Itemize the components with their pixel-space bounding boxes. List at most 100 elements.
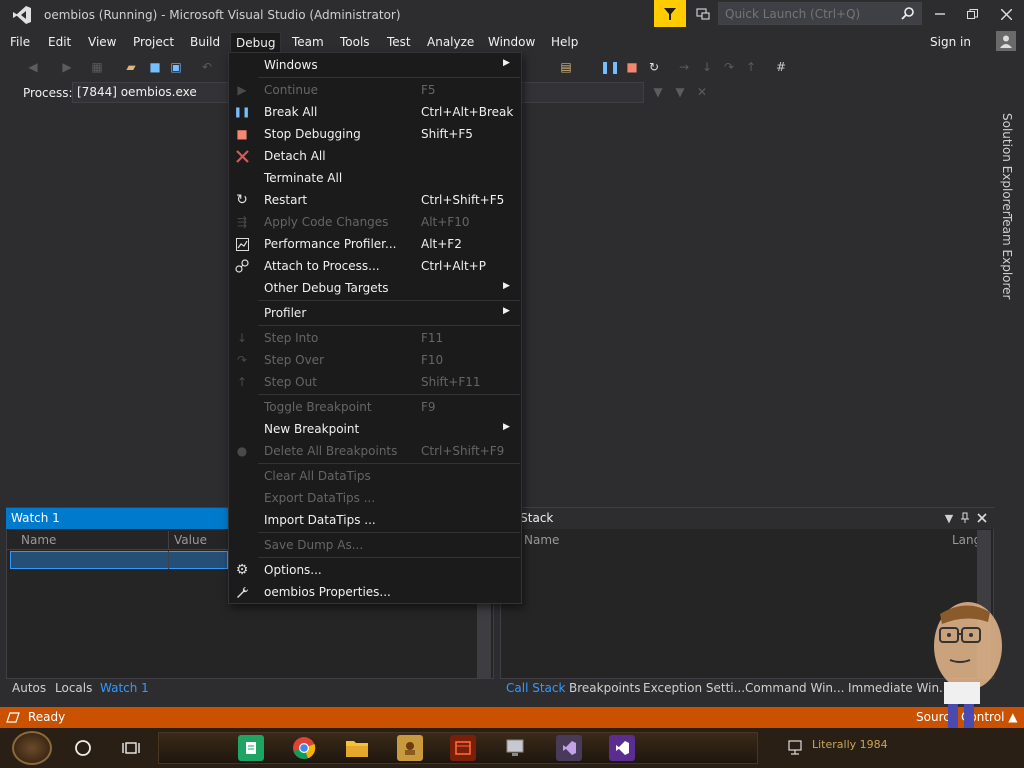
tab-exception-settings[interactable]: Exception Setti... [643, 681, 745, 695]
show-next-statement-icon[interactable]: → [675, 58, 693, 76]
menu-edit[interactable]: Edit [43, 32, 76, 52]
media-app-icon[interactable] [450, 735, 476, 761]
step-into-toolbar-icon[interactable]: ↓ [698, 58, 716, 76]
menu-item-shortcut: F5 [421, 83, 436, 97]
menu-team[interactable]: Team [287, 32, 329, 52]
menu-item-options[interactable]: ⚙ Options... [229, 559, 521, 581]
tab-watch-1[interactable]: Watch 1 [100, 681, 149, 695]
menu-file[interactable]: File [5, 32, 35, 52]
menu-item-step-out[interactable]: ↑ Step Out Shift+F11 [229, 371, 521, 393]
save-icon[interactable]: ■ [146, 58, 164, 76]
menu-item-terminate-all[interactable]: Terminate All [229, 167, 521, 189]
menu-item-break-all[interactable]: ❚❚ Break All Ctrl+Alt+Break [229, 101, 521, 123]
menu-item-export-datatips[interactable]: Export DataTips ... [229, 487, 521, 509]
menu-item-save-dump-as[interactable]: Save Dump As... [229, 534, 521, 556]
menu-item-clear-all-datatips[interactable]: Clear All DataTips [229, 465, 521, 487]
tab-autos[interactable]: Autos [12, 681, 46, 695]
save-all-icon[interactable]: ▣ [167, 58, 185, 76]
menu-item-restart[interactable]: ↻ Restart Ctrl+Shift+F5 [229, 189, 521, 211]
close-window-button[interactable] [990, 2, 1022, 26]
menu-item-detach-all[interactable]: Detach All [229, 145, 521, 167]
sign-in-link[interactable]: Sign in [930, 32, 971, 52]
menu-debug[interactable]: Debug [230, 32, 282, 54]
feedback-flag-icon[interactable] [654, 0, 686, 27]
navigate-back-icon[interactable]: ◀ [24, 58, 42, 76]
start-button[interactable] [12, 731, 52, 765]
task-view-icon[interactable] [118, 735, 144, 761]
tab-breakpoints[interactable]: Breakpoints [569, 681, 640, 695]
minimize-button[interactable] [924, 2, 956, 26]
menu-item-properties[interactable]: oembios Properties... [229, 581, 521, 603]
watch-name-column[interactable]: Name [21, 533, 56, 547]
game-app-icon[interactable] [397, 735, 423, 761]
quick-launch-input[interactable] [725, 6, 895, 21]
tab-locals[interactable]: Locals [55, 681, 92, 695]
close-panel-icon[interactable] [974, 510, 990, 526]
visual-studio-taskbar-icon[interactable] [609, 735, 635, 761]
menu-item-step-over[interactable]: ↷ Step Over F10 [229, 349, 521, 371]
new-project-icon[interactable]: ▦ [88, 58, 106, 76]
window-position-icon[interactable]: ▼ [941, 510, 957, 526]
menu-view[interactable]: View [83, 32, 121, 52]
google-sheets-icon[interactable] [238, 735, 264, 761]
tab-call-stack[interactable]: Call Stack [506, 681, 565, 695]
menu-tools[interactable]: Tools [335, 32, 375, 52]
step-out-toolbar-icon[interactable]: ↑ [742, 58, 760, 76]
menu-item-step-into[interactable]: ↓ Step Into F11 [229, 327, 521, 349]
navigate-forward-icon[interactable]: ▶ [58, 58, 76, 76]
menu-item-attach-to-process[interactable]: Attach to Process... Ctrl+Alt+P [229, 255, 521, 277]
team-explorer-tab[interactable]: Team Explorer [1000, 214, 1014, 300]
restore-button[interactable] [956, 2, 988, 26]
undo-icon[interactable]: ↶ [198, 58, 216, 76]
file-explorer-icon[interactable] [344, 735, 370, 761]
menu-project[interactable]: Project [128, 32, 179, 52]
menu-item-continue[interactable]: ▶ Continue F5 [229, 79, 521, 101]
step-over-toolbar-icon[interactable]: ↷ [720, 58, 738, 76]
menu-item-windows[interactable]: Windows ▶ [229, 54, 521, 76]
remote-desktop-icon[interactable] [502, 735, 528, 761]
menu-analyze[interactable]: Analyze [422, 32, 479, 52]
account-avatar-icon[interactable] [996, 31, 1016, 51]
menu-item-toggle-breakpoint[interactable]: Toggle Breakpoint F9 [229, 396, 521, 418]
menu-item-profiler[interactable]: Profiler ▶ [229, 302, 521, 324]
thread-icon[interactable]: ▤ [557, 58, 575, 76]
menu-item-import-datatips[interactable]: Import DataTips ... [229, 509, 521, 531]
solution-explorer-tab[interactable]: Solution Explorer [1000, 113, 1014, 216]
hex-display-icon[interactable]: # [772, 58, 790, 76]
network-icon[interactable] [786, 738, 806, 756]
window-title: oembios (Running) - Microsoft Visual Stu… [44, 8, 401, 22]
menu-item-performance-profiler[interactable]: Performance Profiler... Alt+F2 [229, 233, 521, 255]
menu-test[interactable]: Test [382, 32, 416, 52]
cortana-icon[interactable] [70, 735, 96, 761]
break-all-toolbar-icon[interactable]: ❚❚ [600, 58, 620, 76]
step-over-icon: ↷ [236, 353, 248, 367]
menu-item-other-debug-targets[interactable]: Other Debug Targets ▶ [229, 277, 521, 299]
open-folder-icon[interactable]: ▰ [122, 58, 140, 76]
menu-item-apply-code-changes[interactable]: ⇶ Apply Code Changes Alt+F10 [229, 211, 521, 233]
call-stack-name-column[interactable]: Name [524, 533, 559, 547]
restart-toolbar-icon[interactable]: ↻ [645, 58, 663, 76]
notifications-icon[interactable] [692, 3, 714, 25]
menu-window[interactable]: Window [483, 32, 540, 52]
menu-item-new-breakpoint[interactable]: New Breakpoint ▶ [229, 418, 521, 440]
flag-threads-icon[interactable]: ✕ [694, 84, 710, 100]
watch-value-column[interactable]: Value [174, 533, 207, 547]
filter-icon[interactable]: ▼ [650, 84, 666, 100]
filter-threads-icon[interactable]: ▼ [672, 84, 688, 100]
submenu-arrow-icon: ▶ [503, 58, 510, 68]
pin-icon[interactable] [957, 510, 973, 526]
search-icon[interactable] [898, 4, 918, 22]
tab-command-window[interactable]: Command Win... [745, 681, 844, 695]
process-dropdown[interactable]: [7844] oembios.exe [72, 82, 232, 103]
menu-help[interactable]: Help [546, 32, 583, 52]
quick-launch-box[interactable] [718, 2, 922, 25]
menu-item-delete-all-breakpoints[interactable]: ● Delete All Breakpoints Ctrl+Shift+F9 [229, 440, 521, 462]
menu-item-stop-debugging[interactable]: ■ Stop Debugging Shift+F5 [229, 123, 521, 145]
column-divider[interactable] [168, 531, 169, 550]
stop-debugging-toolbar-icon[interactable]: ■ [623, 58, 641, 76]
chrome-icon[interactable] [291, 735, 317, 761]
stack-frame-dropdown[interactable] [520, 82, 644, 103]
watch-entry-row[interactable] [10, 551, 228, 569]
menu-build[interactable]: Build [185, 32, 225, 52]
visual-studio-installer-icon[interactable] [556, 735, 582, 761]
